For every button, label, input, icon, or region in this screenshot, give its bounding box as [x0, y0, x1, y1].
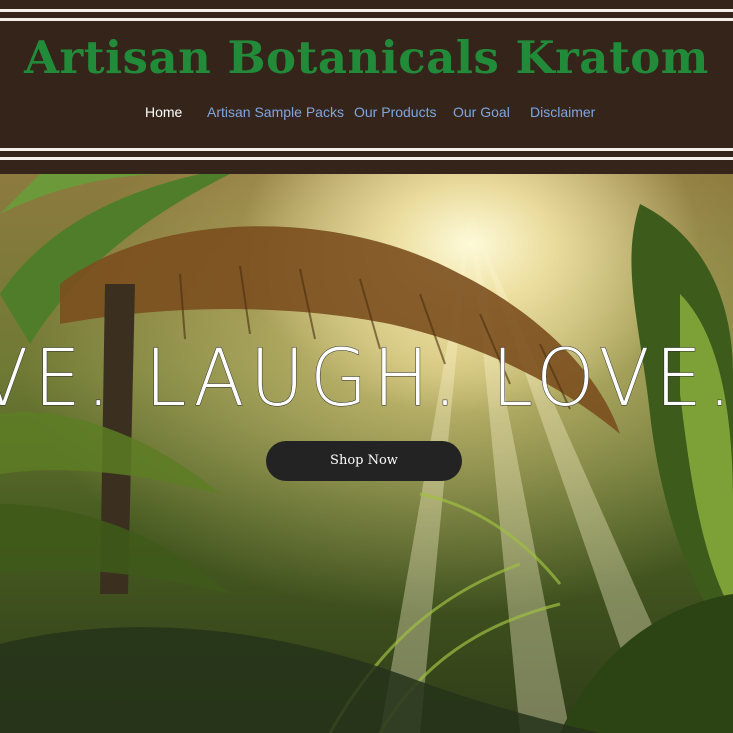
site-title[interactable]: Artisan Botanicals Kratom — [0, 28, 733, 88]
nav-item-artisan-sample-packs[interactable]: Artisan Sample Packs — [207, 104, 344, 120]
shop-now-button[interactable]: Shop Now — [266, 441, 462, 481]
hero-banner: IVE. LAUGH. LOVE. KRATOM Shop Now — [0, 174, 733, 733]
nav-item-home[interactable]: Home — [145, 104, 182, 120]
nav-item-our-products[interactable]: Our Products — [354, 104, 436, 120]
header-stripe — [0, 9, 733, 12]
main-nav: Home Artisan Sample Packs Our Products O… — [0, 101, 733, 125]
header-stripe — [0, 157, 733, 160]
header-stripe — [0, 18, 733, 21]
nav-item-disclaimer[interactable]: Disclaimer — [530, 104, 595, 120]
hero-headline: IVE. LAUGH. LOVE. KRATOM — [0, 334, 733, 425]
header-stripe — [0, 148, 733, 151]
site-header: Artisan Botanicals Kratom Home Artisan S… — [0, 0, 733, 174]
nav-item-our-goal[interactable]: Our Goal — [453, 104, 510, 120]
